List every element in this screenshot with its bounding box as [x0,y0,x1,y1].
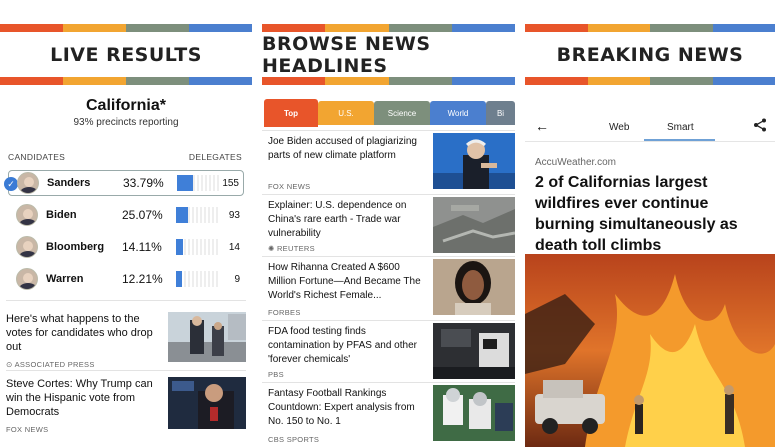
panel-title: BROWSE NEWS HEADLINES [262,32,431,77]
browse-headlines-panel: BROWSE NEWS HEADLINES Top U.S. Science W… [262,0,515,447]
tab-business[interactable]: Bi [486,101,515,125]
candidate-delegates: 9 [234,273,240,285]
article-toolbar: ← Web Smart [525,112,775,142]
panel-title: LIVE RESULTS [50,43,202,66]
story-headline[interactable]: Steve Cortes: Why Trump can win the Hisp… [6,377,156,419]
candidate-delegates: 93 [228,209,240,221]
avatar [17,172,39,194]
tab-world[interactable]: World [430,101,486,125]
candidate-name: Biden [46,209,77,221]
headline-text[interactable]: FDA food testing finds contamination by … [268,325,428,367]
wildfire-photo [525,254,775,447]
headline-thumbnail[interactable] [433,323,515,379]
share-icon[interactable] [753,118,767,135]
headline-source: FOX NEWS [268,182,311,191]
headline-text[interactable]: How Rihanna Created A $600 Million Fortu… [268,261,428,303]
tab-us[interactable]: U.S. [318,101,374,125]
active-tab-indicator [644,139,715,141]
article-source[interactable]: AccuWeather.com [535,157,616,168]
headline-thumbnail[interactable] [433,259,515,315]
headline-item[interactable]: Joe Biden accused of plagiarizing parts … [262,130,515,194]
headline-text[interactable]: Explainer: U.S. dependence on China's ra… [268,199,428,241]
color-stripe [525,24,775,32]
headline-item[interactable]: Fantasy Football Rankings Countdown: Exp… [262,382,515,447]
ap-icon: ⊙ [6,360,15,369]
candidate-row[interactable]: ✓ Sanders 33.79% 155 [4,170,244,196]
candidate-row[interactable]: Warren 12.21% 9 [8,266,244,292]
state-title: California* [85,97,166,114]
vote-share-bar [176,271,220,287]
divider [6,300,246,301]
candidate-delegates: 14 [228,241,240,253]
reuters-icon: ✺ [268,244,277,253]
headline-thumbnail[interactable] [433,385,515,441]
divider [6,370,246,371]
tab-top[interactable]: Top [264,99,318,127]
story-thumbnail[interactable] [168,312,246,362]
precincts-reporting: 93% precincts reporting [73,117,179,128]
headline-source: CBS SPORTS [268,435,320,444]
headline-thumbnail[interactable] [433,133,515,189]
candidate-percent: 33.79% [123,176,164,190]
breaking-news-panel: BREAKING NEWS ← Web Smart AccuWeather.co… [525,0,775,447]
candidate-percent: 12.21% [122,272,163,286]
panel-title: BREAKING NEWS [556,43,744,66]
headline-item[interactable]: FDA food testing finds contamination by … [262,320,515,382]
tab-smart[interactable]: Smart [667,122,694,133]
headline-source: FORBES [268,308,301,317]
candidates-header: CANDIDATES [8,152,66,162]
vote-share-bar [177,175,221,191]
candidate-row[interactable]: Bloomberg 14.11% 14 [8,234,244,260]
color-stripe [525,77,775,85]
tab-science[interactable]: Science [374,101,430,125]
vote-share-bar [176,239,220,255]
tab-web[interactable]: Web [609,122,629,133]
headline-source: ✺ REUTERS [268,244,315,253]
headline-item[interactable]: Explainer: U.S. dependence on China's ra… [262,194,515,256]
avatar [16,268,38,290]
color-stripe [262,77,515,85]
headline-text[interactable]: Fantasy Football Rankings Countdown: Exp… [268,387,428,429]
candidate-delegates: 155 [222,177,239,189]
vote-share-bar [176,207,220,223]
headline-source: PBS [268,370,284,379]
color-stripe [0,77,252,85]
delegates-header: DELEGATES [188,152,242,162]
candidate-name: Sanders [47,177,91,189]
category-tabs: Top U.S. Science World Bi [262,99,515,127]
back-arrow-icon[interactable]: ← [535,118,549,134]
color-stripe [0,24,252,32]
candidate-percent: 14.11% [122,240,162,254]
article-headline: 2 of Californias largest wildfires ever … [535,174,738,254]
candidate-percent: 25.07% [122,208,163,222]
story-thumbnail[interactable] [168,377,246,429]
headline-item[interactable]: How Rihanna Created A $600 Million Fortu… [262,256,515,320]
checkmark-icon: ✓ [4,177,18,191]
story-headline[interactable]: Here's what happens to the votes for can… [6,312,156,354]
avatar [16,204,38,226]
live-results-panel: LIVE RESULTS California* 93% precincts r… [0,0,252,447]
candidate-name: Bloomberg [46,241,105,253]
avatar [16,236,38,258]
headline-text[interactable]: Joe Biden accused of plagiarizing parts … [268,135,428,163]
headline-thumbnail[interactable] [433,197,515,253]
color-stripe [262,24,515,32]
candidate-name: Warren [46,273,84,285]
candidate-row[interactable]: Biden 25.07% 93 [8,202,244,228]
